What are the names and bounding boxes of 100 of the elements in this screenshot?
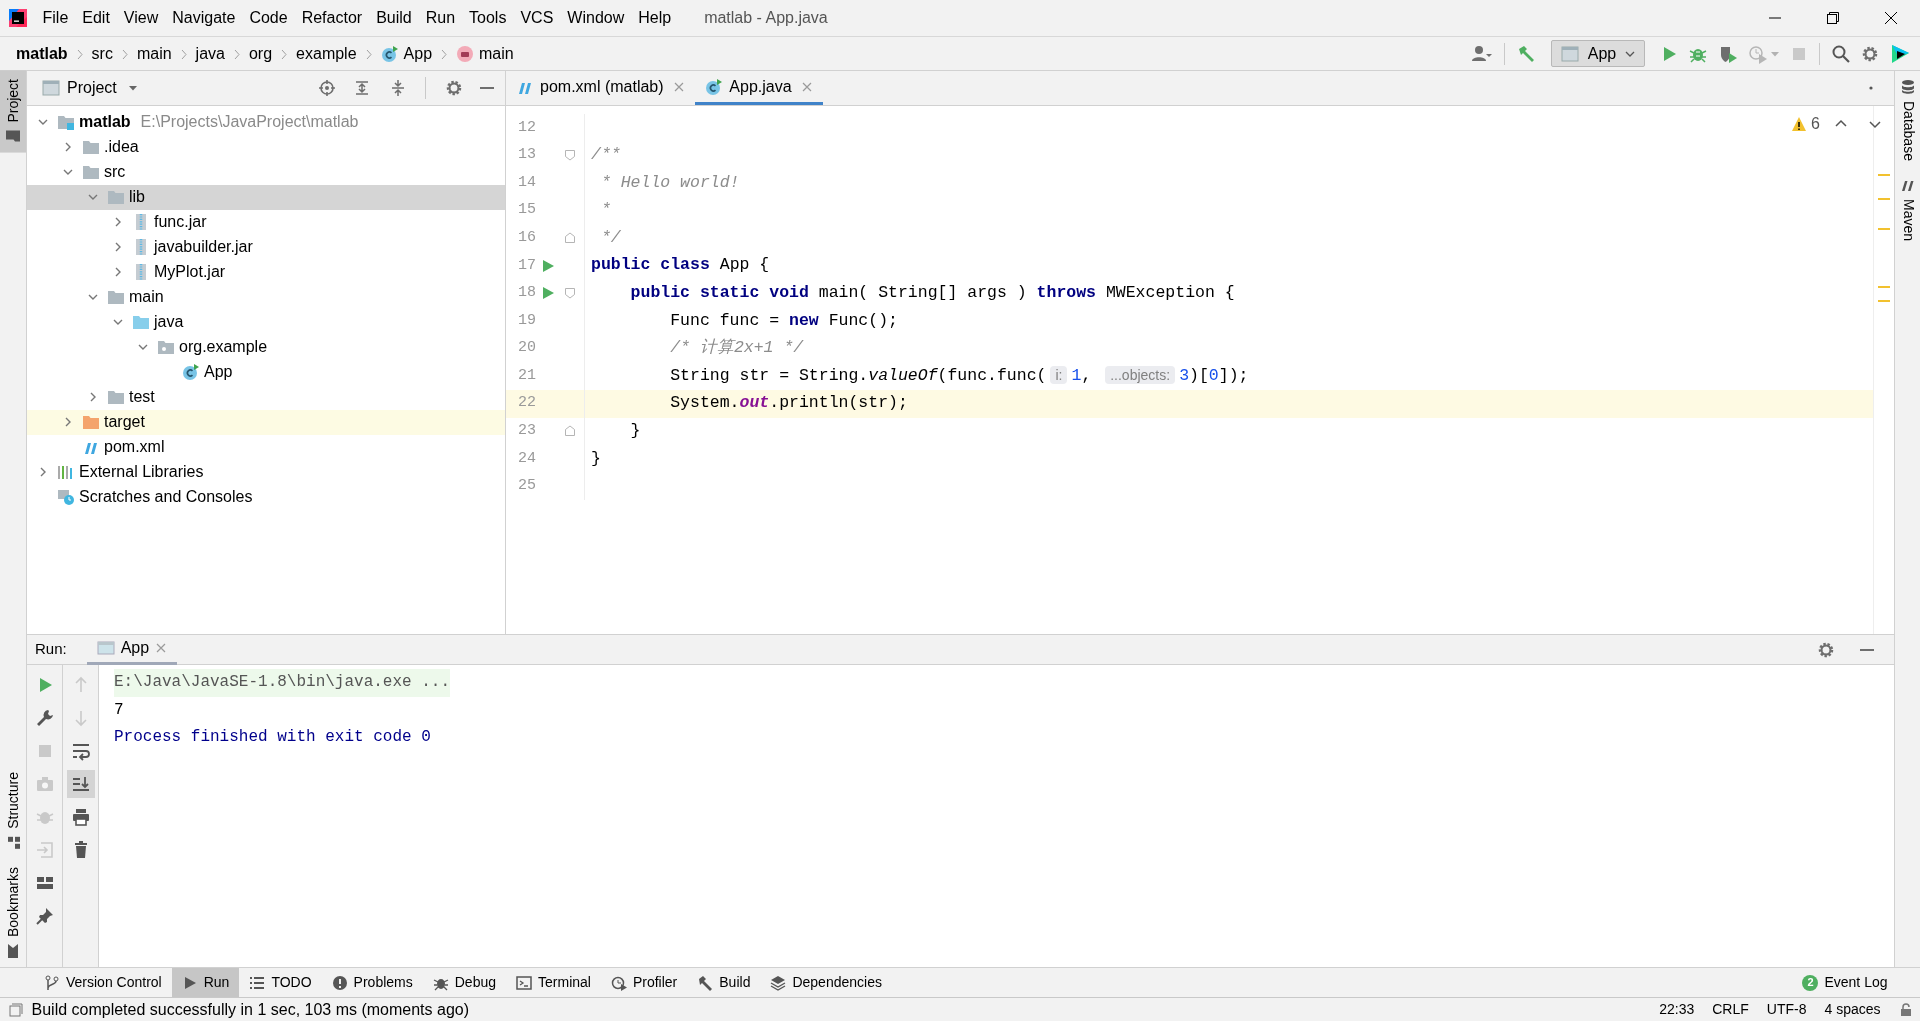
tree-item[interactable]: Scratches and Consoles — [27, 484, 505, 510]
tree-item[interactable]: test — [27, 384, 505, 410]
camera-icon — [34, 774, 55, 794]
restore-icon — [1826, 11, 1840, 25]
line-number: 22 — [517, 393, 536, 414]
menu-item[interactable]: Build — [369, 6, 419, 30]
tree-item[interactable]: MyPlot.jar — [27, 259, 505, 285]
run-configuration-dropdown[interactable]: App — [1550, 40, 1646, 67]
more-icon — [1868, 85, 1874, 91]
console-line: Process finished with exit code 0 — [114, 728, 431, 746]
warning-icon — [1791, 116, 1808, 132]
tool-window-tab[interactable]: Maven — [1895, 168, 1920, 249]
close-icon — [801, 81, 814, 94]
tree-item[interactable]: main — [27, 284, 505, 310]
menu-item[interactable]: Refactor — [294, 6, 370, 30]
code-line: /* 计算2x+1 */ — [669, 337, 804, 360]
list-icon — [249, 974, 266, 991]
tree-item[interactable]: func.jar — [27, 209, 505, 235]
panel-title: Run: — [35, 639, 67, 660]
tool-window-tab[interactable]: Profiler — [600, 968, 688, 997]
code-line: public class App { — [591, 254, 770, 277]
tree-item[interactable]: java — [27, 309, 505, 335]
code-line: * — [599, 199, 611, 222]
menu-item[interactable]: Code — [242, 6, 295, 30]
tree-item[interactable]: javabuilder.jar — [27, 234, 505, 260]
fold-icon — [564, 149, 576, 162]
tree-item[interactable]: pom.xml — [27, 434, 505, 460]
hide-icon — [1860, 648, 1874, 651]
window-icon — [1559, 43, 1580, 64]
menu-item[interactable]: File — [35, 6, 76, 30]
status-item[interactable]: CRLF — [1712, 999, 1749, 1020]
breadcrumb-item[interactable]: main — [134, 41, 174, 66]
menu-item[interactable]: Tools — [462, 6, 514, 30]
event-log-button[interactable]: 2 Event Log — [1792, 968, 1898, 997]
run-icon — [541, 258, 555, 273]
breadcrumb-item[interactable]: src — [89, 41, 115, 66]
scroll-to-end-button[interactable] — [66, 770, 95, 798]
tree-item[interactable]: lib — [27, 184, 505, 210]
code-line: public static void main( String[] args ) throws MWException { — [629, 282, 1235, 304]
menu-item[interactable]: Help — [631, 6, 679, 30]
tool-window-tab[interactable]: Build — [687, 968, 761, 997]
settings-icon — [1817, 640, 1835, 659]
count-badge: 2 — [1802, 974, 1819, 991]
tool-window-tab[interactable]: Bookmarks — [0, 858, 26, 967]
tool-window-tab[interactable]: Debug — [422, 968, 506, 997]
line-number: 17 — [517, 255, 536, 276]
folder-icon — [132, 313, 150, 332]
tree-item[interactable]: target — [27, 409, 505, 435]
tree-item[interactable]: External Libraries — [27, 459, 505, 485]
chevron-icon — [439, 49, 450, 60]
branch-icon — [44, 974, 60, 991]
class-icon — [182, 363, 200, 382]
editor-tab[interactable]: pom.xml (matlab) — [506, 71, 696, 105]
clock-run-icon — [1748, 43, 1769, 64]
menu-item[interactable]: Navigate — [165, 6, 243, 30]
tool-window-tab[interactable]: Version Control — [34, 968, 172, 997]
tool-window-tab[interactable]: Project — [0, 71, 26, 153]
print-icon — [70, 807, 91, 827]
fold-icon — [564, 232, 576, 245]
breadcrumb-item[interactable]: main — [454, 41, 516, 66]
tool-window-tab[interactable]: Structure — [0, 764, 26, 859]
breadcrumb-item[interactable]: example — [294, 41, 359, 66]
close-icon — [1884, 11, 1898, 25]
window-icon — [96, 639, 115, 657]
breadcrumb-item[interactable]: org — [246, 41, 275, 66]
tool-window-tab[interactable]: Problems — [321, 968, 423, 997]
line-number: 19 — [517, 310, 536, 331]
profiler-icon — [610, 974, 627, 991]
run-icon — [541, 286, 555, 301]
line-number: 25 — [517, 476, 536, 497]
folder-icon — [57, 113, 75, 132]
tool-window-tab[interactable]: Terminal — [506, 968, 601, 997]
breadcrumb-item[interactable]: App — [378, 41, 435, 66]
settings-icon — [444, 79, 463, 97]
menu-item[interactable]: Edit — [75, 6, 117, 30]
menu-item[interactable]: Run — [418, 6, 463, 30]
package-icon — [157, 338, 175, 357]
tool-window-tab[interactable]: Run — [171, 968, 240, 997]
line-number: 21 — [517, 365, 536, 386]
line-number: 14 — [517, 172, 536, 193]
tree-item[interactable]: src — [27, 159, 505, 185]
tool-window-tab[interactable]: Database — [1895, 71, 1920, 169]
tree-item[interactable]: App — [27, 359, 505, 385]
status-item[interactable]: UTF-8 — [1766, 999, 1807, 1020]
tree-item[interactable]: matlab E:\Projects\JavaProject\matlab — [27, 109, 505, 135]
breadcrumb-item[interactable]: matlab — [14, 41, 70, 66]
tool-window-tab[interactable]: TODO — [239, 968, 322, 997]
code-line: Func func = new Func(); — [669, 309, 898, 332]
folder-icon — [5, 128, 21, 145]
editor-tab[interactable]: App.java — [695, 71, 824, 105]
status-item[interactable]: 4 spaces — [1824, 999, 1881, 1020]
breadcrumb-item[interactable]: java — [193, 41, 227, 66]
menu-item[interactable]: VCS — [513, 6, 561, 30]
tree-item[interactable]: org.example — [27, 334, 505, 360]
status-item[interactable]: 22:33 — [1659, 999, 1695, 1020]
menu-item[interactable]: View — [116, 6, 166, 30]
warning-counter[interactable]: 6 — [1791, 112, 1820, 136]
menu-item[interactable]: Window — [560, 6, 632, 30]
tool-window-tab[interactable]: Dependencies — [760, 968, 892, 997]
tree-item[interactable]: .idea — [27, 134, 505, 160]
